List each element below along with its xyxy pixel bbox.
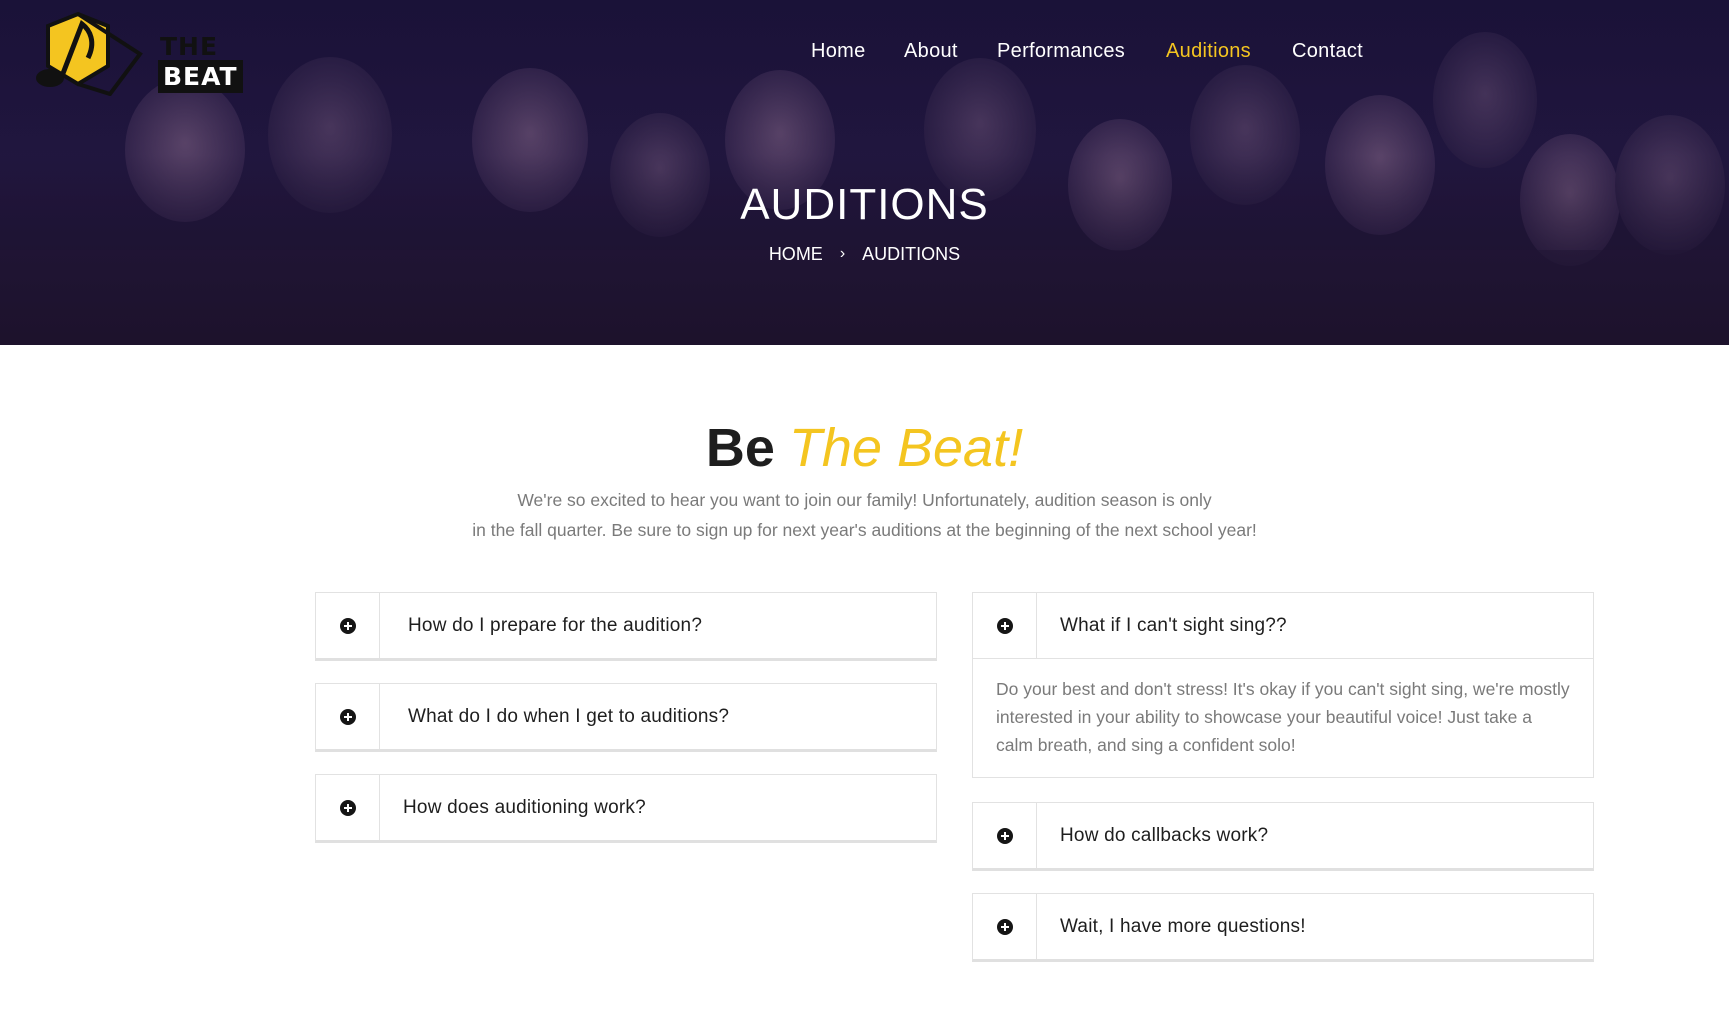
faq-column-left: How do I prepare for the audition? What …: [315, 592, 937, 865]
faq-answer: Do your best and don't stress! It's okay…: [973, 658, 1593, 777]
nav-home[interactable]: Home: [811, 40, 866, 63]
faq-item: What do I do when I get to auditions?: [315, 683, 937, 752]
faq-item: How do callbacks work?: [972, 802, 1594, 871]
faq-toggle-cell: [316, 593, 380, 658]
faq-toggle-header[interactable]: How do I prepare for the audition?: [316, 593, 936, 658]
heading-plain: Be: [705, 418, 775, 478]
plus-circle-icon: [996, 827, 1013, 844]
plus-circle-icon: [996, 617, 1013, 634]
page-title: AUDITIONS: [740, 180, 989, 229]
plus-circle-icon: [339, 799, 356, 816]
faq-toggle-cell: [973, 803, 1037, 868]
faq-toggle-cell: [973, 593, 1037, 658]
faq-toggle-header[interactable]: Wait, I have more questions!: [973, 894, 1593, 959]
faq-question: How do callbacks work?: [1060, 824, 1269, 846]
faq-question: Wait, I have more questions!: [1060, 915, 1306, 937]
faq-question: What do I do when I get to auditions?: [408, 705, 730, 727]
intro-line-2: in the fall quarter. Be sure to sign up …: [472, 520, 1257, 540]
breadcrumb-home-link[interactable]: HOME: [769, 244, 823, 265]
faq-item-open: What if I can't sight sing?? Do your bes…: [972, 592, 1594, 778]
intro-line-1: We're so excited to hear you want to joi…: [517, 490, 1212, 510]
plus-circle-icon: [339, 617, 356, 634]
faq-question: How does auditioning work?: [403, 796, 646, 818]
intro-text: We're so excited to hear you want to joi…: [0, 485, 1729, 545]
faq-toggle-cell: [316, 775, 380, 840]
faq-item: Wait, I have more questions!: [972, 893, 1594, 962]
faq-item: How do I prepare for the audition?: [315, 592, 937, 661]
faq-question: What if I can't sight sing??: [1060, 614, 1287, 636]
section-heading: Be The Beat!: [0, 415, 1729, 481]
faq-toggle-cell: [316, 684, 380, 749]
faq-toggle-header[interactable]: How does auditioning work?: [316, 775, 936, 840]
faq-question: How do I prepare for the audition?: [408, 614, 703, 636]
nav-contact[interactable]: Contact: [1292, 40, 1363, 63]
nav-performances[interactable]: Performances: [997, 40, 1125, 63]
faq-toggle-header[interactable]: What if I can't sight sing??: [973, 593, 1593, 658]
nav-about[interactable]: About: [904, 40, 958, 63]
hero-banner: THE BEAT Home About Performances Auditio…: [0, 0, 1729, 345]
faq-toggle-cell: [973, 894, 1037, 959]
faq-toggle-header[interactable]: How do callbacks work?: [973, 803, 1593, 868]
plus-circle-icon: [339, 708, 356, 725]
faq-toggle-header[interactable]: What do I do when I get to auditions?: [316, 684, 936, 749]
nav-auditions[interactable]: Auditions: [1166, 40, 1251, 63]
breadcrumb: HOME › AUDITIONS: [0, 243, 1729, 265]
plus-circle-icon: [996, 918, 1013, 935]
chevron-right-icon: ›: [839, 245, 846, 263]
main-nav: Home About Performances Auditions Contac…: [0, 40, 1729, 70]
breadcrumb-current: AUDITIONS: [862, 243, 961, 264]
faq-item: How does auditioning work?: [315, 774, 937, 843]
heading-accent: The Beat!: [788, 418, 1024, 478]
faq-column-right: What if I can't sight sing?? Do your bes…: [972, 592, 1594, 984]
